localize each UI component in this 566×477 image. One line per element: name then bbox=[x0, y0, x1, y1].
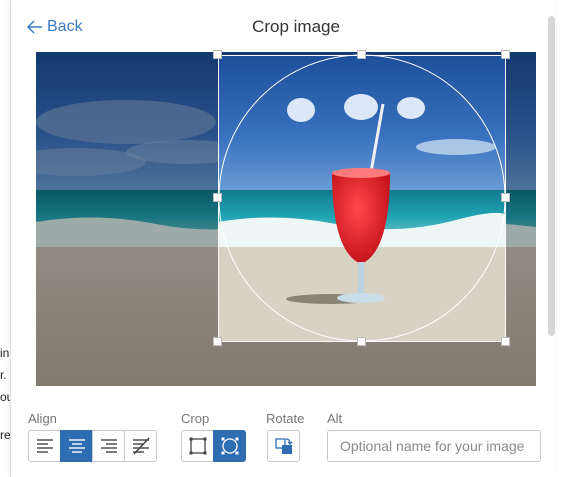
rotate-button-group bbox=[267, 430, 300, 462]
alt-label: Alt bbox=[327, 411, 343, 426]
align-label: Align bbox=[28, 411, 57, 426]
crop-circle-button[interactable] bbox=[213, 430, 246, 462]
image-options-toolbar: Align Crop Rotate Alt bbox=[11, 408, 557, 468]
crop-handle-bottom[interactable] bbox=[357, 337, 366, 346]
crop-image-panel: Back Crop image Align Crop Rotate Alt Op… bbox=[10, 0, 556, 477]
crop-label: Crop bbox=[181, 411, 210, 426]
crop-handle-top[interactable] bbox=[357, 50, 366, 59]
align-center-button[interactable] bbox=[60, 430, 93, 462]
panel-header: Back Crop image bbox=[11, 0, 557, 52]
crop-handle-bottom-left[interactable] bbox=[213, 337, 222, 346]
rotate-icon bbox=[274, 438, 292, 454]
page-title: Crop image bbox=[252, 17, 340, 36]
crop-circle-icon bbox=[221, 437, 238, 455]
align-left-button[interactable] bbox=[28, 430, 61, 462]
alt-text-input[interactable] bbox=[327, 430, 541, 462]
crop-rectangle-button[interactable] bbox=[181, 430, 214, 462]
align-center-icon bbox=[68, 439, 85, 453]
crop-rectangle-icon bbox=[189, 437, 206, 455]
crop-handle-right[interactable] bbox=[501, 193, 510, 202]
align-left-icon bbox=[36, 439, 53, 453]
rotate-button[interactable] bbox=[267, 430, 300, 462]
crop-handle-top-right[interactable] bbox=[501, 50, 510, 59]
align-button-group bbox=[28, 430, 157, 462]
align-right-icon bbox=[100, 439, 117, 453]
panel-scrollbar[interactable] bbox=[548, 16, 555, 336]
crop-handle-left[interactable] bbox=[213, 193, 222, 202]
align-right-button[interactable] bbox=[92, 430, 125, 462]
crop-selection-frame[interactable] bbox=[218, 55, 506, 342]
crop-shape-button-group bbox=[181, 430, 246, 462]
no-wrap-button[interactable] bbox=[124, 430, 157, 462]
rotate-label: Rotate bbox=[266, 411, 305, 426]
no-wrap-icon bbox=[132, 437, 150, 455]
background-text-line: in bbox=[0, 346, 10, 360]
crop-handle-bottom-right[interactable] bbox=[501, 337, 510, 346]
crop-handle-top-left[interactable] bbox=[213, 50, 222, 59]
